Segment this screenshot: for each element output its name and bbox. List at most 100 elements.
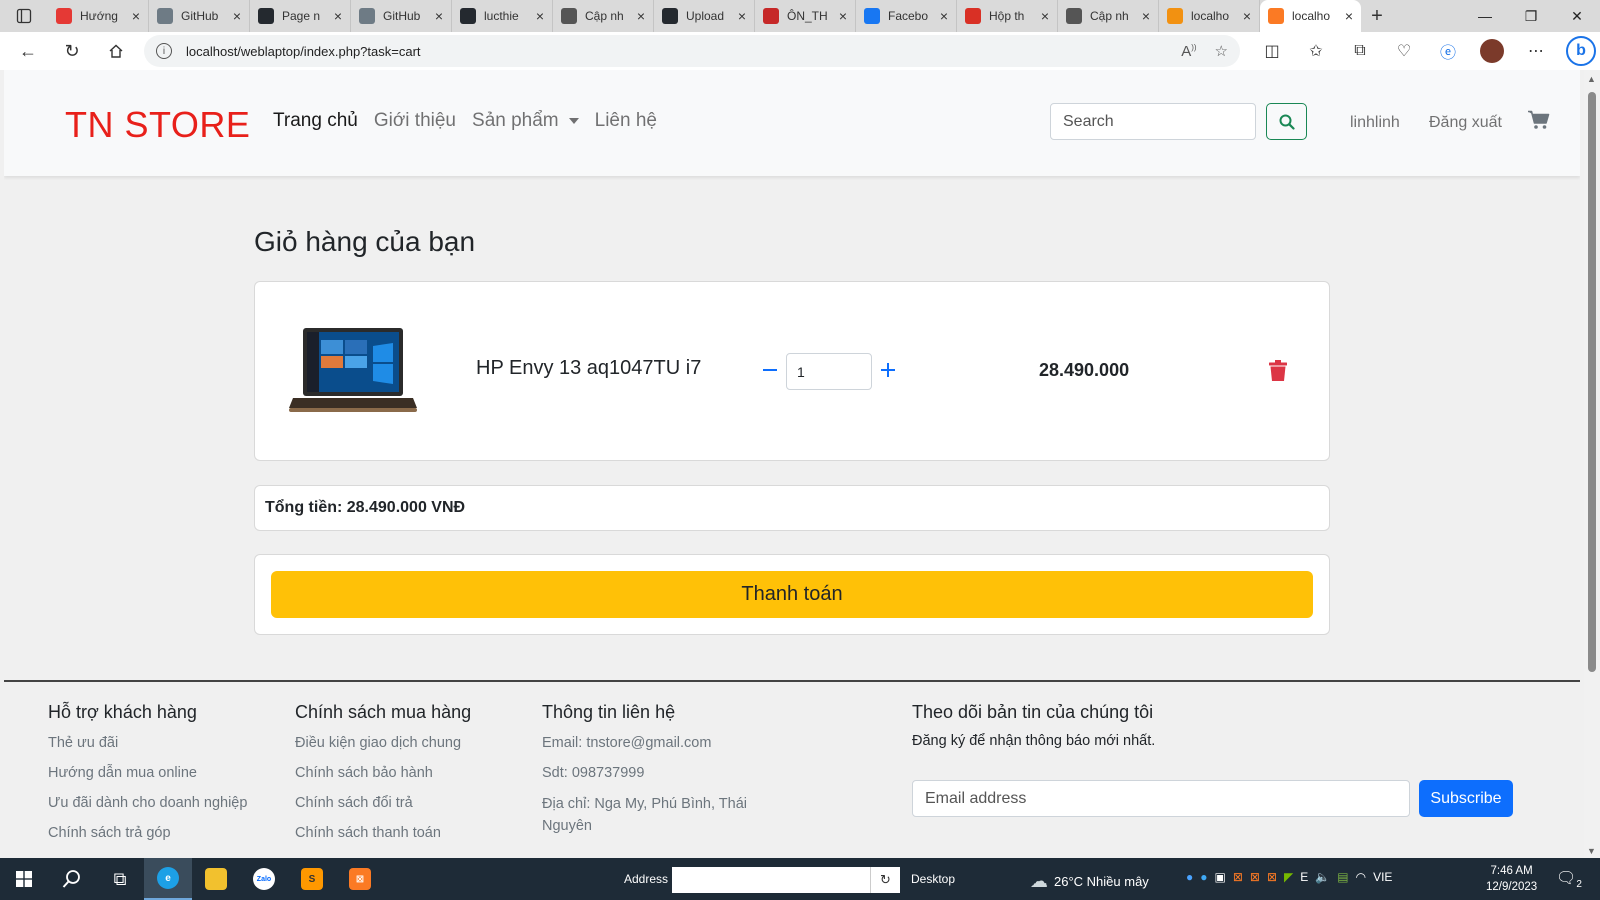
close-tab-icon[interactable]: × — [536, 8, 544, 24]
decrease-quantity-button[interactable] — [759, 358, 781, 382]
back-icon[interactable]: ← — [6, 32, 50, 70]
edge-taskbar-icon[interactable]: e — [144, 858, 192, 900]
site-info-icon[interactable]: i — [156, 43, 172, 59]
address-bar[interactable]: i localhost/weblaptop/index.php?task=car… — [144, 35, 1240, 67]
restore-icon[interactable]: ❐ — [1508, 0, 1554, 32]
nav-link-products[interactable]: Sản phẩm — [472, 110, 579, 132]
cart-icon[interactable] — [1528, 110, 1550, 132]
browser-tab[interactable]: GitHub × — [351, 0, 452, 32]
read-aloud-icon[interactable]: A)) — [1181, 43, 1196, 60]
footer-link[interactable]: Chính sách trả góp — [48, 823, 247, 853]
task-view-icon[interactable]: ⧉ — [96, 858, 144, 900]
close-tab-icon[interactable]: × — [435, 8, 443, 24]
footer-link[interactable]: Chính sách bảo hành — [295, 763, 471, 793]
nav-link-home[interactable]: Trang chủ — [273, 110, 358, 132]
profile-avatar[interactable] — [1480, 39, 1504, 63]
subscribe-button[interactable]: Subscribe — [1419, 780, 1513, 817]
refresh-icon[interactable]: ↻ — [50, 32, 94, 70]
taskbar-address-go-icon[interactable]: ↻ — [870, 867, 900, 893]
brand-logo[interactable]: TN STORE — [65, 104, 250, 146]
favorite-star-icon[interactable]: ☆ — [1215, 42, 1228, 60]
browser-tab[interactable]: Cập nh × — [1058, 0, 1159, 32]
close-tab-icon[interactable]: × — [334, 8, 342, 24]
xampp-tray-icon[interactable]: ⊠ — [1267, 870, 1277, 884]
battery-icon[interactable]: ▤ — [1337, 870, 1348, 884]
close-tab-icon[interactable]: × — [940, 8, 948, 24]
split-screen-icon[interactable]: ◫ — [1250, 41, 1294, 61]
search-input[interactable] — [1050, 103, 1256, 140]
zalo-tray-icon[interactable]: ● — [1186, 870, 1193, 884]
scroll-up-icon[interactable]: ▲ — [1587, 74, 1596, 84]
increase-quantity-button[interactable] — [877, 358, 899, 382]
close-tab-icon[interactable]: × — [132, 8, 140, 24]
close-tab-icon[interactable]: × — [1041, 8, 1049, 24]
minimize-icon[interactable]: — — [1462, 0, 1508, 32]
delete-item-button[interactable] — [1269, 360, 1287, 382]
checkout-button[interactable]: Thanh toán — [271, 571, 1313, 618]
scrollbar-thumb[interactable] — [1588, 92, 1596, 672]
browser-tab[interactable]: ÔN_TH × — [755, 0, 856, 32]
browser-tab[interactable]: Hộp th × — [957, 0, 1058, 32]
more-menu-icon[interactable]: ⋯ — [1514, 41, 1558, 61]
browser-tab[interactable]: localho × — [1159, 0, 1260, 32]
taskbar-address-input[interactable] — [672, 867, 900, 893]
xampp-icon[interactable]: ⊠ — [336, 858, 384, 900]
nvidia-icon[interactable]: ◤ — [1284, 870, 1293, 884]
close-tab-icon[interactable]: × — [233, 8, 241, 24]
close-tab-icon[interactable]: × — [637, 8, 645, 24]
search-icon[interactable] — [48, 858, 96, 900]
clock[interactable]: 7:46 AM 12/9/2023 — [1486, 863, 1537, 895]
browser-tab[interactable]: Cập nh × — [553, 0, 654, 32]
xampp-tray-icon[interactable]: ⊠ — [1250, 870, 1260, 884]
footer-link[interactable]: Hướng dẫn mua online — [48, 763, 247, 793]
search-button[interactable] — [1266, 103, 1307, 140]
language-indicator[interactable]: VIE — [1373, 870, 1392, 884]
edge-extension-icon[interactable]: ⓔ — [1426, 39, 1470, 63]
browser-tab[interactable]: Page n × — [250, 0, 351, 32]
volume-icon[interactable]: 🔈 — [1315, 870, 1330, 884]
close-window-icon[interactable]: ✕ — [1554, 0, 1600, 32]
edge-tray-icon[interactable]: ● — [1200, 870, 1207, 884]
taskbar-desktop-label[interactable]: Desktop — [911, 872, 955, 886]
browser-essentials-icon[interactable]: ♡ — [1382, 41, 1426, 61]
page-scrollbar[interactable]: ▲ ▼ — [1584, 70, 1600, 858]
footer-link[interactable]: Ưu đãi dành cho doanh nghiệp — [48, 793, 247, 823]
url-text[interactable]: localhost/weblaptop/index.php?task=cart — [186, 44, 1163, 59]
close-tab-icon[interactable]: × — [1142, 8, 1150, 24]
scroll-down-icon[interactable]: ▼ — [1587, 846, 1596, 856]
new-tab-button[interactable]: + — [1361, 5, 1393, 28]
input-method-icon[interactable]: Ε — [1300, 870, 1308, 884]
collections-icon[interactable]: ⧉ — [1338, 42, 1382, 60]
close-tab-icon[interactable]: × — [1345, 8, 1353, 24]
browser-tab[interactable]: Facebo × — [856, 0, 957, 32]
network-adapter-icon[interactable]: ▣ — [1215, 870, 1226, 884]
sublime-text-icon[interactable]: S — [288, 858, 336, 900]
browser-tab[interactable]: lucthiе × — [452, 0, 553, 32]
footer-link[interactable]: Điều kiện giao dịch chung — [295, 733, 471, 763]
browser-tab[interactable]: Hướng × — [48, 0, 149, 32]
quantity-input[interactable] — [786, 353, 872, 390]
tab-actions-icon[interactable] — [0, 0, 48, 32]
weather-widget[interactable]: ☁ 26°C Nhiều mây — [1030, 871, 1149, 892]
close-tab-icon[interactable]: × — [738, 8, 746, 24]
footer-link[interactable]: Thẻ ưu đãi — [48, 733, 247, 763]
footer-link[interactable]: Chính sách đổi trả — [295, 793, 471, 823]
xampp-tray-icon[interactable]: ⊠ — [1233, 870, 1243, 884]
logout-link[interactable]: Đăng xuất — [1429, 114, 1502, 132]
home-icon[interactable] — [94, 32, 138, 70]
nav-link-contact[interactable]: Liên hệ — [595, 110, 657, 132]
browser-tab[interactable]: Upload × — [654, 0, 755, 32]
browser-tab[interactable]: localho × — [1260, 0, 1361, 32]
footer-link[interactable]: Chính sách thanh toán — [295, 823, 471, 853]
notification-center-icon[interactable]: 🗨2 — [1556, 868, 1582, 890]
zalo-icon[interactable]: Zalo — [240, 858, 288, 900]
browser-tab[interactable]: GitHub × — [149, 0, 250, 32]
favorites-icon[interactable]: ✩ — [1294, 41, 1338, 61]
nav-link-about[interactable]: Giới thiệu — [374, 110, 456, 132]
product-image[interactable] — [289, 326, 419, 418]
file-explorer-icon[interactable] — [192, 858, 240, 900]
close-tab-icon[interactable]: × — [839, 8, 847, 24]
user-account-link[interactable]: linhlinh — [1350, 114, 1400, 132]
bing-copilot-icon[interactable]: b — [1566, 36, 1596, 66]
windows-start-icon[interactable] — [0, 858, 48, 900]
